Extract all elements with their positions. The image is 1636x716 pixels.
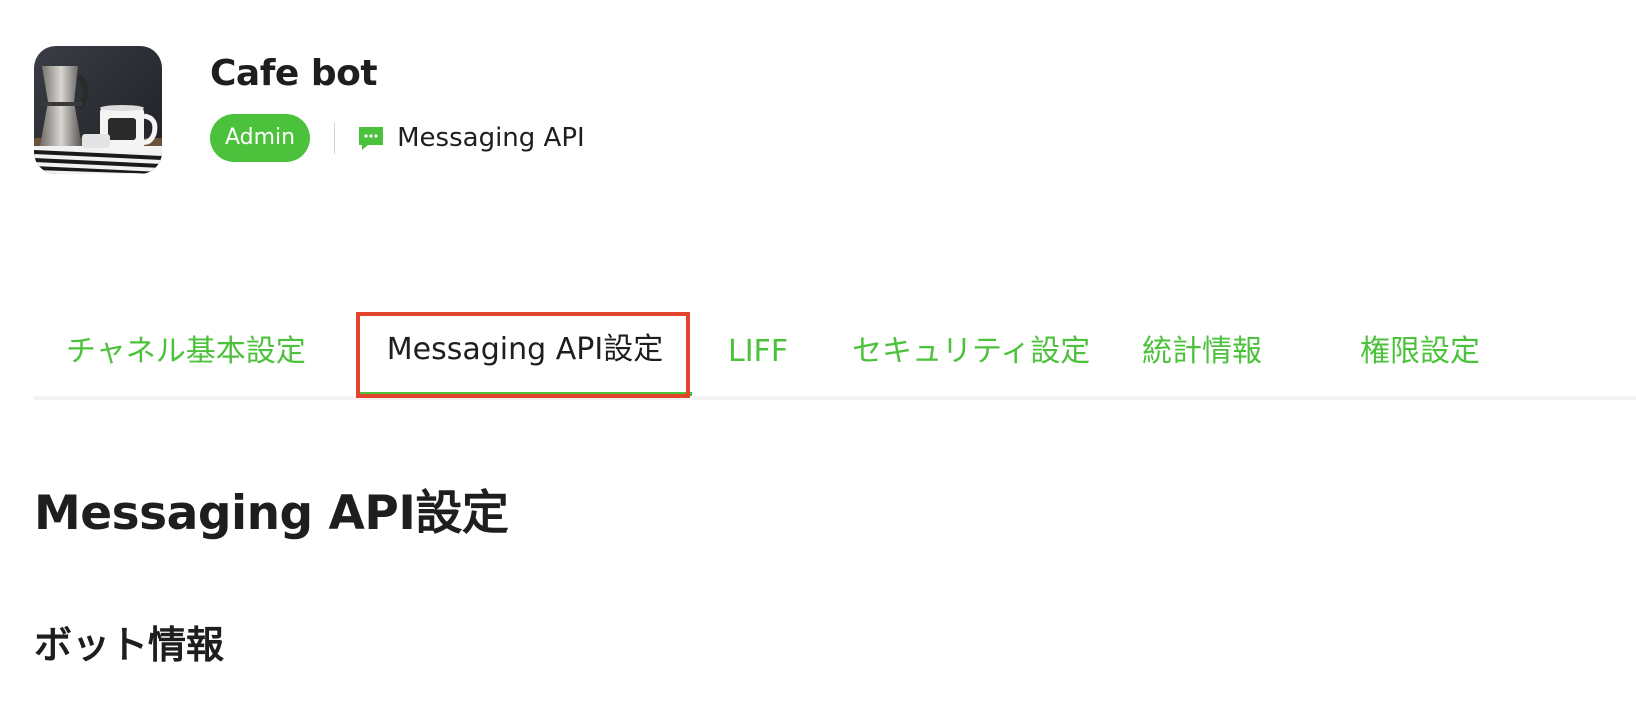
chat-bubble-icon	[357, 124, 385, 152]
section-title-bot-info: ボット情報	[34, 623, 225, 667]
channel-header: Cafe bot Admin Messaging API	[34, 46, 585, 174]
tab-security-settings[interactable]: セキュリティ設定	[852, 308, 1090, 396]
tab-messaging-api-settings[interactable]: Messaging API設定	[358, 308, 692, 396]
role-badge: Admin	[210, 114, 311, 162]
tag-divider	[334, 122, 336, 154]
channel-tags: Admin Messaging API	[210, 114, 585, 162]
channel-avatar	[34, 46, 162, 174]
channel-meta: Cafe bot Admin Messaging API	[210, 52, 585, 162]
tab-basic-settings[interactable]: チャネル基本設定	[66, 308, 306, 396]
tab-liff[interactable]: LIFF	[728, 308, 788, 396]
channel-name: Cafe bot	[210, 53, 378, 94]
tab-statistics[interactable]: 統計情報	[1142, 308, 1262, 396]
tab-permission-settings[interactable]: 権限設定	[1360, 308, 1480, 396]
page-title: Messaging API設定	[34, 486, 509, 541]
channel-type-label: Messaging API	[397, 123, 585, 153]
settings-tab-bar: チャネル基本設定 Messaging API設定 LIFF セキュリティ設定 統…	[34, 308, 1636, 400]
